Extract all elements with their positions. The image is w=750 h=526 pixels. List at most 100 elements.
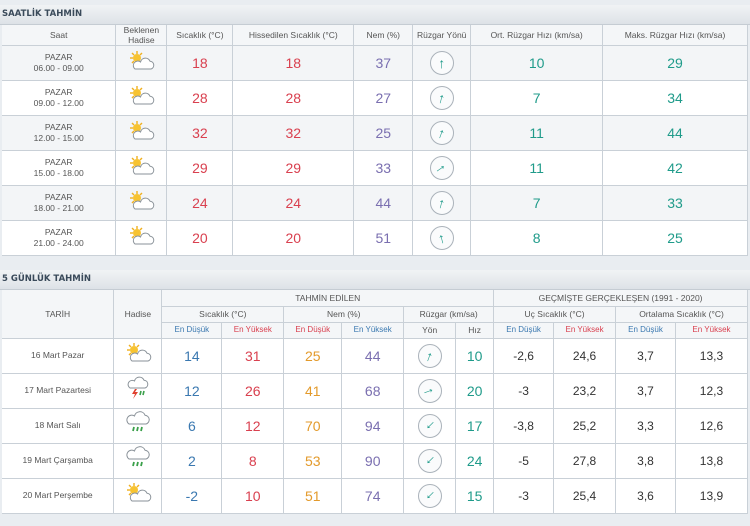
cell-wind-speed: 24 bbox=[455, 443, 495, 479]
cell-hum-max: 94 bbox=[341, 408, 405, 444]
cell-avg-min: 3,7 bbox=[615, 338, 676, 374]
col-header-extreme-temp: Uç Sıcaklık (°C) bbox=[493, 306, 617, 323]
cell-humidity: 25 bbox=[353, 115, 414, 151]
row-time: 12.00 - 15.00 bbox=[33, 133, 84, 143]
cell-avg-max: 13,9 bbox=[675, 478, 749, 514]
row-time: 18.00 - 21.00 bbox=[33, 203, 84, 213]
daily-table: TARİH Hadise TAHMİN EDİLEN GEÇMİŞTE GERÇ… bbox=[2, 290, 749, 514]
subheader-extreme-max: En Yüksek bbox=[553, 322, 617, 339]
col-header-avg-wind: Ort. Rüzgar Hızı (km/sa) bbox=[470, 25, 604, 46]
cell-avg-wind: 11 bbox=[470, 150, 604, 186]
table-row: 16 Mart Pazar 14 31 25 44 ↑ 10 -2,6 24,6 3,7 13,3 bbox=[2, 338, 749, 374]
wind-direction-arrow-icon: ↑ bbox=[417, 343, 442, 368]
cell-date: 16 Mart Pazar bbox=[2, 338, 115, 374]
cell-temp: 20 bbox=[166, 220, 234, 256]
col-header-temp: Sıcaklık (°C) bbox=[161, 306, 285, 323]
partly-sunny-icon bbox=[126, 225, 156, 247]
cell-avg-min: 3,3 bbox=[615, 408, 676, 444]
wind-direction-arrow-icon: ↑ bbox=[429, 156, 454, 180]
cell-extreme-max: 23,2 bbox=[553, 373, 617, 409]
hourly-section-title: SAATLİK TAHMİN bbox=[0, 5, 750, 25]
cell-temp-min: 14 bbox=[161, 338, 223, 374]
cell-hum-max: 74 bbox=[341, 478, 405, 514]
table-row: PAZAR 06.00 - 09.00 18 18 37 ↑ 10 29 bbox=[2, 45, 748, 81]
wind-direction-arrow-icon: ↑ bbox=[429, 121, 454, 145]
cell-max-wind: 34 bbox=[602, 80, 748, 116]
row-day: PAZAR bbox=[44, 52, 73, 62]
col-header-max-wind: Maks. Rüzgar Hızı (km/sa) bbox=[602, 25, 748, 46]
subheader-temp-min: En Düşük bbox=[161, 322, 223, 339]
cell-extreme-min: -3 bbox=[493, 478, 555, 514]
cell-hum-min: 51 bbox=[283, 478, 343, 514]
partly-sunny-icon bbox=[126, 50, 156, 72]
row-day: PAZAR bbox=[44, 157, 73, 167]
wind-direction-arrow-icon: ↑ bbox=[417, 413, 442, 438]
subheader-avg-max: En Yüksek bbox=[675, 322, 749, 339]
cell-avg-max: 13,3 bbox=[675, 338, 749, 374]
daily-section-title: 5 GÜNLÜK TAHMİN bbox=[0, 270, 750, 290]
cell-wind-speed: 10 bbox=[455, 338, 495, 374]
cell-extreme-min: -3 bbox=[493, 373, 555, 409]
wind-direction-arrow-icon: ↑ bbox=[417, 378, 442, 403]
cell-humidity: 44 bbox=[353, 185, 414, 221]
cell-temp-max: 10 bbox=[221, 478, 285, 514]
cell-date: 18 Mart Salı bbox=[2, 408, 115, 444]
wind-direction-arrow-icon: ↑ bbox=[429, 51, 454, 75]
table-row: PAZAR 09.00 - 12.00 28 28 27 ↑ 7 34 bbox=[2, 80, 748, 116]
wind-direction-arrow-icon: ↑ bbox=[417, 483, 442, 508]
cell-temp: 32 bbox=[166, 115, 234, 151]
cell-temp: 24 bbox=[166, 185, 234, 221]
cell-feels: 24 bbox=[232, 185, 355, 221]
col-header-weather: Hadise bbox=[113, 290, 163, 339]
row-time: 06.00 - 09.00 bbox=[33, 63, 84, 73]
cell-avg-max: 13,8 bbox=[675, 443, 749, 479]
cell-temp-min: -2 bbox=[161, 478, 223, 514]
partly-sunny-icon bbox=[126, 85, 156, 107]
subheader-hum-min: En Düşük bbox=[283, 322, 343, 339]
cell-avg-min: 3,7 bbox=[615, 373, 676, 409]
thunderstorm-icon bbox=[123, 376, 153, 399]
row-day: PAZAR bbox=[44, 192, 73, 202]
table-row: 20 Mart Perşembe -2 10 51 74 ↑ 15 -3 25,4 3,6 13,9 bbox=[2, 478, 749, 514]
cell-hum-min: 25 bbox=[283, 338, 343, 374]
cell-avg-wind: 11 bbox=[470, 115, 604, 151]
partly-sunny-icon bbox=[126, 190, 156, 212]
row-day: PAZAR bbox=[44, 122, 73, 132]
col-header-avg-temp: Ortalama Sıcaklık (°C) bbox=[615, 306, 748, 323]
cell-max-wind: 29 bbox=[602, 45, 748, 81]
col-header-humidity: Nem (%) bbox=[283, 306, 405, 323]
table-row: PAZAR 12.00 - 15.00 32 32 25 ↑ 11 44 bbox=[2, 115, 748, 151]
rain-icon bbox=[123, 411, 153, 433]
cell-feels: 29 bbox=[232, 150, 355, 186]
cell-hum-min: 53 bbox=[283, 443, 343, 479]
cell-temp: 28 bbox=[166, 80, 234, 116]
cell-date: 19 Mart Çarşamba bbox=[2, 443, 115, 479]
cell-avg-wind: 8 bbox=[470, 220, 604, 256]
cell-hum-max: 44 bbox=[341, 338, 405, 374]
cell-wind-speed: 20 bbox=[455, 373, 495, 409]
group-header-forecast: TAHMİN EDİLEN bbox=[161, 290, 495, 307]
table-row: 18 Mart Salı 6 12 70 94 ↑ 17 -3,8 25,2 3,3 12,6 bbox=[2, 408, 749, 444]
wind-direction-arrow-icon: ↑ bbox=[417, 448, 442, 473]
cell-avg-max: 12,6 bbox=[675, 408, 749, 444]
cell-temp: 18 bbox=[166, 45, 234, 81]
cell-temp: 29 bbox=[166, 150, 234, 186]
group-header-past: GEÇMİŞTE GERÇEKLEŞEN (1991 - 2020) bbox=[493, 290, 748, 307]
col-header-date: TARİH bbox=[2, 290, 115, 339]
subheader-wind-speed: Hız bbox=[455, 322, 495, 339]
cell-avg-max: 12,3 bbox=[675, 373, 749, 409]
hourly-table: Saat Beklenen Hadise Sıcaklık (°C) Hissed… bbox=[2, 25, 748, 256]
cell-hum-min: 41 bbox=[283, 373, 343, 409]
partly-sunny-icon bbox=[126, 120, 156, 142]
cell-extreme-min: -5 bbox=[493, 443, 555, 479]
cell-extreme-max: 25,2 bbox=[553, 408, 617, 444]
col-header-weather: Beklenen Hadise bbox=[115, 25, 168, 46]
row-time: 21.00 - 24.00 bbox=[33, 238, 84, 248]
cell-avg-min: 3,6 bbox=[615, 478, 676, 514]
partly-sunny-icon bbox=[123, 482, 153, 504]
table-row: 19 Mart Çarşamba 2 8 53 90 ↑ 24 -5 27,8 3,8 13,8 bbox=[2, 443, 749, 479]
col-header-humidity: Nem (%) bbox=[353, 25, 414, 46]
col-header-wind-dir: Rüzgar Yönü bbox=[412, 25, 472, 46]
cell-temp-max: 26 bbox=[221, 373, 285, 409]
cell-date: 17 Mart Pazartesi bbox=[2, 373, 115, 409]
